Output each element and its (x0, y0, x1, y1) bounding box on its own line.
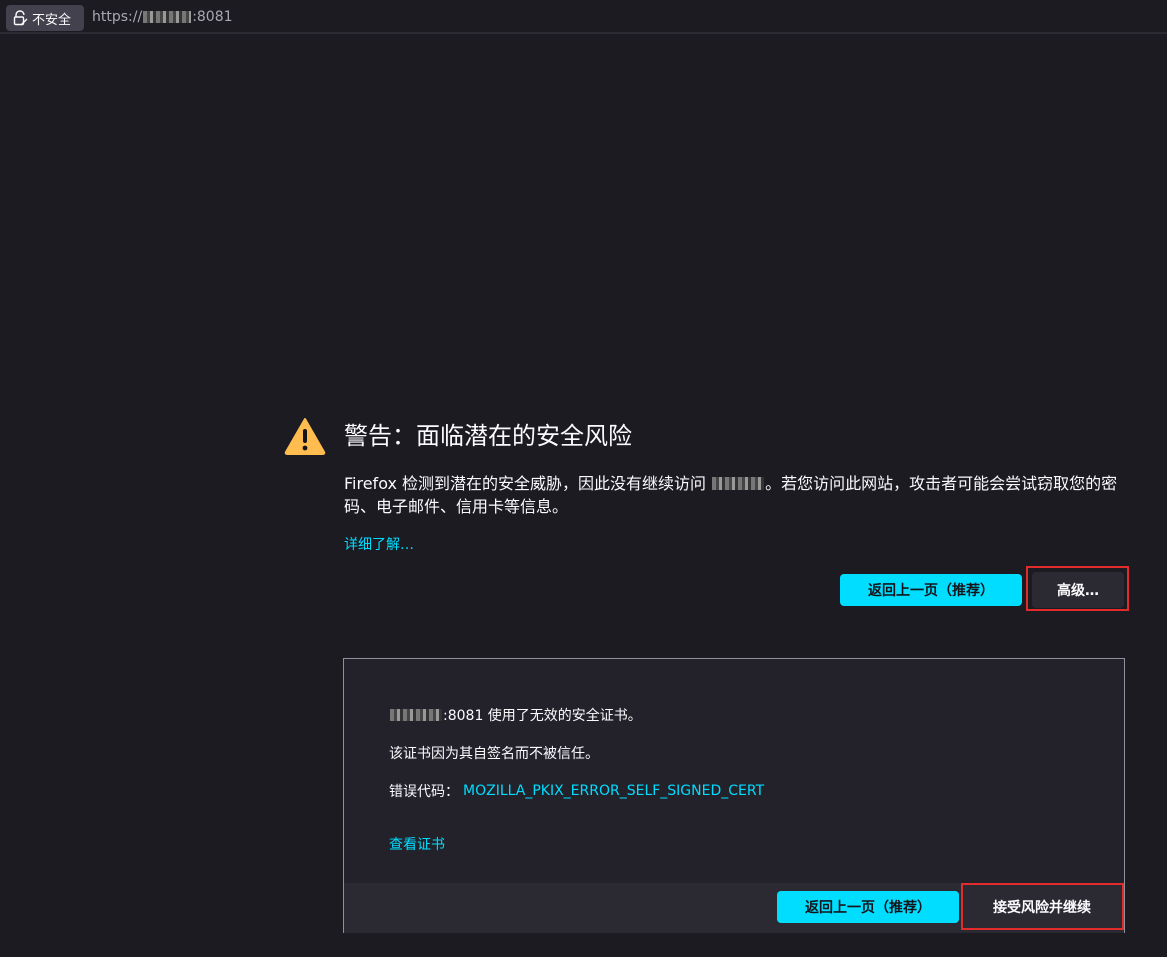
error-code-line: 错误代码： MOZILLA_PKIX_ERROR_SELF_SIGNED_CER… (389, 781, 764, 801)
go-back-button[interactable]: 返回上一页（推荐） (840, 574, 1022, 606)
cert-invalid-line: :8081 使用了无效的安全证书。 (389, 705, 642, 725)
redacted-host (143, 11, 192, 23)
redacted-host (390, 709, 442, 721)
accept-risk-button[interactable]: 接受风险并继续 (966, 888, 1118, 926)
error-code-label: 错误代码： (389, 784, 459, 800)
insecure-label: 不安全 (32, 12, 72, 28)
url-port: :8081 (192, 9, 233, 25)
view-certificate-link[interactable]: 查看证书 (389, 834, 445, 854)
insecure-badge[interactable]: 不安全 (6, 5, 84, 31)
warning-icon (284, 418, 326, 455)
panel-go-back-button[interactable]: 返回上一页（推荐） (777, 891, 959, 923)
learn-more-link[interactable]: 详细了解… (344, 534, 414, 554)
advanced-button[interactable]: 高级… (1032, 572, 1124, 608)
description-part1: Firefox 检测到潜在的安全威胁，因此没有继续访问 (344, 474, 712, 493)
cert-invalid-text: :8081 使用了无效的安全证书。 (443, 708, 642, 724)
url-bar: 不安全 https:// :8081 (0, 0, 1167, 34)
url-prefix: https:// (92, 9, 143, 25)
insecure-lock-icon (13, 10, 28, 26)
error-code-link[interactable]: MOZILLA_PKIX_ERROR_SELF_SIGNED_CERT (463, 783, 764, 799)
page-title: 警告：面临潜在的安全风险 (344, 422, 632, 450)
self-signed-line: 该证书因为其自签名而不被信任。 (389, 746, 599, 762)
url-input[interactable]: https:// :8081 (92, 9, 233, 25)
redacted-host (712, 477, 765, 490)
warning-description: Firefox 检测到潜在的安全威胁，因此没有继续访问 。若您访问此网站，攻击者… (344, 472, 1124, 518)
